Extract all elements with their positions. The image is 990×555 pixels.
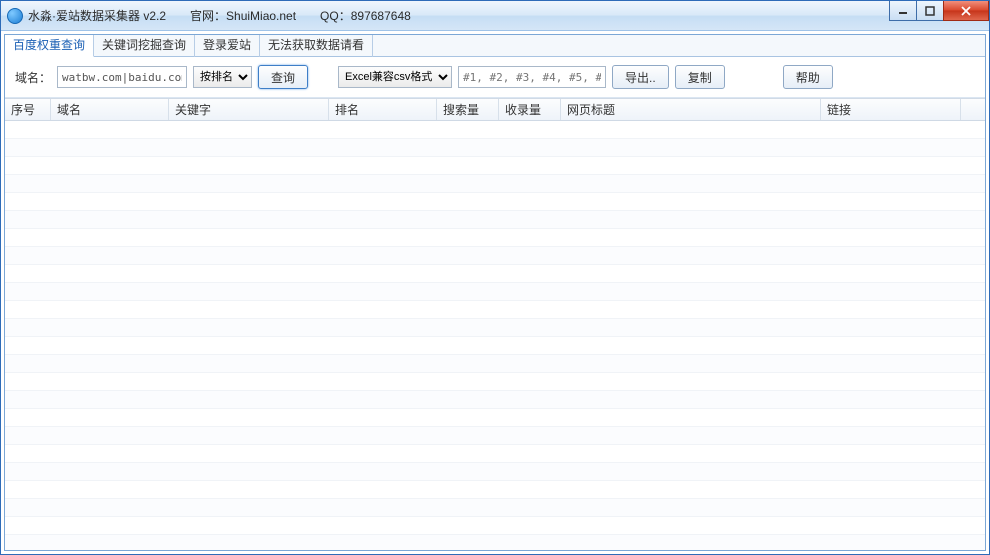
table-row[interactable]	[5, 535, 985, 550]
table-row[interactable]	[5, 409, 985, 427]
data-grid: 序号域名关键字排名搜索量收录量网页标题链接	[5, 98, 985, 550]
domain-label: 域名：	[15, 69, 51, 86]
domain-input[interactable]	[57, 66, 187, 88]
table-row[interactable]	[5, 481, 985, 499]
table-row[interactable]	[5, 121, 985, 139]
column-header[interactable]: 关键字	[169, 99, 329, 120]
table-row[interactable]	[5, 229, 985, 247]
table-row[interactable]	[5, 211, 985, 229]
column-header[interactable]: 排名	[329, 99, 437, 120]
table-row[interactable]	[5, 337, 985, 355]
table-row[interactable]	[5, 463, 985, 481]
client-area: 百度权重查询 关键词挖掘查询 登录爱站 无法获取数据请看 域名： 按排名 查询 …	[4, 34, 986, 551]
column-header[interactable]: 网页标题	[561, 99, 821, 120]
window-title: 水淼·爱站数据采集器 v2.2 官网：ShuiMiao.net QQ：89768…	[28, 7, 411, 24]
copy-button[interactable]: 复制	[675, 65, 725, 89]
maximize-button[interactable]	[916, 1, 944, 21]
toolbar: 域名： 按排名 查询 Excel兼容csv格式 导出.. 复制 帮助	[5, 57, 985, 98]
table-row[interactable]	[5, 193, 985, 211]
table-row[interactable]	[5, 373, 985, 391]
table-row[interactable]	[5, 319, 985, 337]
tab-no-data-help[interactable]: 无法获取数据请看	[260, 35, 373, 57]
table-row[interactable]	[5, 301, 985, 319]
table-row[interactable]	[5, 157, 985, 175]
grid-header: 序号域名关键字排名搜索量收录量网页标题链接	[5, 99, 985, 121]
column-header[interactable]: 链接	[821, 99, 961, 120]
maximize-icon	[925, 6, 935, 16]
grid-body[interactable]	[5, 121, 985, 550]
window-controls	[889, 1, 989, 21]
table-row[interactable]	[5, 175, 985, 193]
table-row[interactable]	[5, 283, 985, 301]
columns-input[interactable]	[458, 66, 606, 88]
table-row[interactable]	[5, 517, 985, 535]
table-row[interactable]	[5, 391, 985, 409]
tab-keyword-mining[interactable]: 关键词挖掘查询	[94, 35, 195, 57]
format-select[interactable]: Excel兼容csv格式	[338, 66, 452, 88]
column-header[interactable]: 收录量	[499, 99, 561, 120]
minimize-icon	[898, 6, 908, 16]
tab-login-aizhan[interactable]: 登录爱站	[195, 35, 260, 57]
help-button[interactable]: 帮助	[783, 65, 833, 89]
sort-select[interactable]: 按排名	[193, 66, 252, 88]
tab-bar: 百度权重查询 关键词挖掘查询 登录爱站 无法获取数据请看	[5, 35, 985, 57]
table-row[interactable]	[5, 265, 985, 283]
table-row[interactable]	[5, 139, 985, 157]
close-button[interactable]	[943, 1, 989, 21]
minimize-button[interactable]	[889, 1, 917, 21]
column-header[interactable]: 域名	[51, 99, 169, 120]
table-row[interactable]	[5, 499, 985, 517]
column-header[interactable]: 序号	[5, 99, 51, 120]
table-row[interactable]	[5, 355, 985, 373]
table-row[interactable]	[5, 445, 985, 463]
table-row[interactable]	[5, 247, 985, 265]
close-icon	[960, 6, 972, 16]
column-header[interactable]: 搜索量	[437, 99, 499, 120]
query-button[interactable]: 查询	[258, 65, 308, 89]
app-icon	[7, 8, 23, 24]
tab-baidu-weight[interactable]: 百度权重查询	[5, 35, 94, 57]
table-row[interactable]	[5, 427, 985, 445]
export-button[interactable]: 导出..	[612, 65, 669, 89]
app-window: 水淼·爱站数据采集器 v2.2 官网：ShuiMiao.net QQ：89768…	[0, 0, 990, 555]
titlebar[interactable]: 水淼·爱站数据采集器 v2.2 官网：ShuiMiao.net QQ：89768…	[1, 1, 989, 31]
